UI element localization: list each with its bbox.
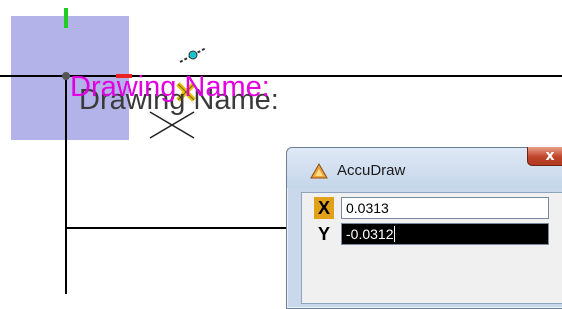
x-axis-label[interactable]: X xyxy=(314,197,334,219)
y-value-text: -0.0312 xyxy=(346,226,394,242)
accudraw-dialog[interactable]: AccuDraw x X 0.0313 Y -0.0312 xyxy=(286,147,562,309)
drawing-name-highlight-label: Drawing Name: xyxy=(70,71,270,103)
x-value-field[interactable]: 0.0313 xyxy=(341,197,549,219)
tentative-point-icon xyxy=(179,47,207,63)
accudraw-icon xyxy=(310,162,328,179)
text-caret xyxy=(394,226,396,242)
close-icon: x xyxy=(545,148,555,164)
dialog-title: AccuDraw xyxy=(337,162,406,179)
y-row: Y -0.0312 xyxy=(314,223,562,245)
y-value-field[interactable]: -0.0312 xyxy=(341,223,549,245)
x-row: X 0.0313 xyxy=(314,197,562,219)
compass-origin xyxy=(62,72,70,80)
dialog-client-area: X 0.0313 Y -0.0312 xyxy=(301,192,562,304)
y-axis-label[interactable]: Y xyxy=(314,223,334,245)
close-button[interactable]: x xyxy=(527,147,562,166)
dialog-titlebar[interactable]: AccuDraw x xyxy=(287,147,562,188)
